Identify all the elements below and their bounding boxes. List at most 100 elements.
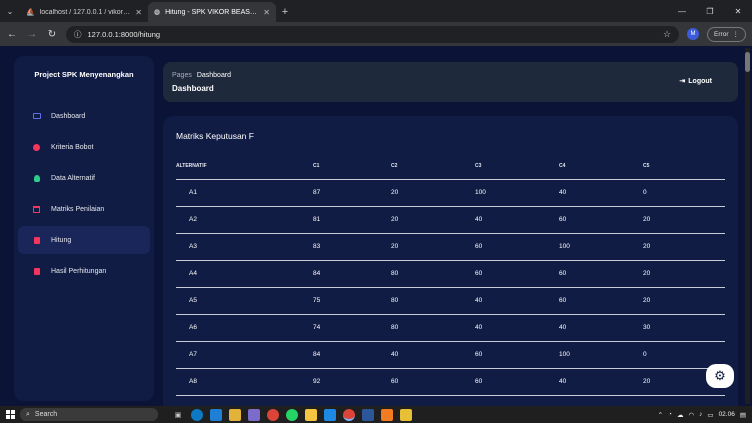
- close-tab-icon[interactable]: ✕: [263, 8, 270, 17]
- browser-tab-bar: ⌄ ⛵ localhost / 127.0.0.1 / vikorobe ✕ ◍…: [0, 0, 752, 22]
- table-row: A5 75 80 40 60 20: [176, 287, 725, 315]
- chrome-active-icon[interactable]: [343, 408, 355, 421]
- criterion-value-cell: 87: [313, 179, 391, 207]
- globe-favicon-icon: ◍: [154, 9, 161, 16]
- task-view-icon[interactable]: ▣: [172, 409, 184, 421]
- criterion-value-cell: 60: [475, 260, 559, 288]
- table-row: A6 74 80 40 40 30: [176, 314, 725, 342]
- sidebar-brand[interactable]: Project SPK Menyenangkan: [14, 56, 154, 102]
- wifi-icon[interactable]: ◠: [688, 411, 694, 419]
- volume-icon[interactable]: ♪: [699, 411, 702, 418]
- column-header: C2: [391, 154, 475, 180]
- reload-icon[interactable]: ↻: [46, 29, 58, 40]
- sidebar-item-matriks-penilaian[interactable]: Matriks Penilaian: [18, 195, 150, 223]
- chrome-icon[interactable]: [267, 408, 279, 421]
- gear-icon: ⚙: [714, 368, 726, 383]
- breadcrumb-prefix[interactable]: Pages: [172, 72, 192, 79]
- alternative-cell: A4: [176, 260, 313, 288]
- sidebar-item-hasil-perhitungan[interactable]: Hasil Perhitungan: [18, 257, 150, 285]
- page-scrollbar[interactable]: [745, 48, 750, 404]
- app-icon[interactable]: [400, 408, 412, 421]
- card-title: Matriks Keputusan F: [176, 131, 254, 141]
- tab-search-icon[interactable]: ⌄: [0, 0, 20, 22]
- tab-hitung[interactable]: ◍ Hitung - SPK VIKOR BEASISWA ✕: [148, 2, 276, 22]
- criterion-value-cell: 80: [391, 314, 475, 342]
- vscode-icon[interactable]: [324, 408, 336, 421]
- criterion-value-cell: 20: [643, 287, 725, 315]
- criterion-value-cell: 83: [313, 233, 391, 261]
- criterion-value-cell: 40: [475, 314, 559, 342]
- chevron-up-icon[interactable]: ⌃: [658, 411, 663, 419]
- battery-icon[interactable]: ▭: [707, 411, 713, 419]
- back-icon[interactable]: ←: [6, 29, 18, 40]
- new-tab-button[interactable]: +: [276, 2, 294, 22]
- close-tab-icon[interactable]: ✕: [135, 8, 142, 17]
- windows-start-icon[interactable]: [0, 410, 20, 419]
- criterion-value-cell: 80: [391, 260, 475, 288]
- alternative-cell: A2: [176, 206, 313, 234]
- clock-time[interactable]: 02.06: [719, 411, 735, 418]
- word-icon[interactable]: [362, 408, 374, 421]
- minimize-icon[interactable]: —: [668, 7, 696, 16]
- criterion-value-cell: 60: [475, 341, 559, 369]
- close-window-icon[interactable]: ✕: [724, 7, 752, 16]
- profile-avatar[interactable]: M: [687, 28, 700, 40]
- whatsapp-icon[interactable]: [286, 408, 298, 421]
- taskbar-search-box[interactable]: ⌕ Search: [20, 408, 158, 421]
- scrollbar-thumb[interactable]: [745, 52, 750, 72]
- sidebar-item-label: Hasil Perhitungan: [51, 267, 107, 275]
- column-header: C3: [475, 154, 559, 180]
- taskbar-apps: ▣: [172, 408, 412, 421]
- criterion-value-cell: 92: [313, 368, 391, 396]
- table-body: A1 87 20 100 40 0 A2 81 20 40 60 20 A3 83 20 60 100 20 A4 8…: [176, 179, 725, 396]
- logout-button[interactable]: ⇥ Logout: [679, 77, 712, 86]
- column-header: ALTERNATIF: [176, 154, 313, 180]
- error-button[interactable]: Error ⋮: [707, 26, 746, 42]
- edge-icon[interactable]: [191, 408, 203, 421]
- sidebar-item-data-alternatif[interactable]: Data Alternatif: [18, 164, 150, 192]
- criterion-value-cell: 30: [643, 314, 725, 342]
- teams-icon[interactable]: [248, 408, 260, 421]
- sidebar-item-kriteria-bobot[interactable]: Kriteria Bobot: [18, 133, 150, 161]
- breadcrumb: Pages Dashboard: [172, 72, 231, 79]
- tab-phpmyadmin[interactable]: ⛵ localhost / 127.0.0.1 / vikorobe ✕: [20, 2, 148, 22]
- sidebar-item-dashboard[interactable]: Dashboard: [18, 102, 150, 130]
- user-icon: [32, 174, 41, 183]
- table-row: A8 92 60 60 40 20: [176, 368, 725, 396]
- folder-icon[interactable]: [305, 408, 317, 421]
- file-explorer-icon[interactable]: [229, 408, 241, 421]
- system-tray: ⌃ ◔ ☁ ◠ ♪ ▭ 02.06 ▤: [658, 411, 752, 419]
- logout-label: Logout: [688, 77, 712, 85]
- calendar-icon: [32, 205, 41, 214]
- monitor-icon: [32, 112, 41, 121]
- alternative-cell: A3: [176, 233, 313, 261]
- search-icon: ⌕: [26, 410, 30, 418]
- logout-icon: ⇥: [679, 78, 686, 85]
- tab-title: localhost / 127.0.0.1 / vikorobe: [39, 8, 131, 16]
- settings-gear-button[interactable]: ⚙: [706, 364, 734, 388]
- table-header-row: ALTERNATIF C1 C2 C3 C4 C5: [176, 154, 725, 180]
- criterion-value-cell: 84: [313, 260, 391, 288]
- windows-taskbar: ⌕ Search ▣ ⌃ ◔ ☁ ◠ ♪ ▭ 02.06 ▤: [0, 406, 752, 423]
- table-row: A7 84 40 60 100 0: [176, 341, 725, 369]
- search-label: Search: [34, 411, 58, 418]
- bookmark-star-icon[interactable]: ☆: [663, 29, 671, 40]
- xampp-icon[interactable]: [381, 408, 393, 421]
- criterion-value-cell: 40: [559, 179, 643, 207]
- url-input[interactable]: ⓘ 127.0.0.1:8000/hitung ☆: [66, 25, 680, 43]
- network-icon[interactable]: ◔: [668, 411, 672, 418]
- cloud-icon[interactable]: ☁: [677, 411, 684, 419]
- sidebar-item-hitung[interactable]: Hitung: [18, 226, 150, 254]
- sidebar-item-label: Data Alternatif: [51, 174, 95, 182]
- decision-matrix-card: Matriks Keputusan F ALTERNATIF C1 C2 C3 …: [163, 116, 738, 406]
- document-icon: [32, 267, 41, 276]
- site-info-icon[interactable]: ⓘ: [74, 29, 82, 40]
- notification-icon[interactable]: ▤: [740, 411, 746, 419]
- forward-icon[interactable]: →: [26, 29, 38, 40]
- table-row: A1 87 20 100 40 0: [176, 179, 725, 207]
- sidebar-item-label: Dashboard: [51, 112, 86, 120]
- store-icon[interactable]: [210, 408, 222, 421]
- criterion-value-cell: 40: [391, 341, 475, 369]
- restore-icon[interactable]: ❐: [696, 7, 724, 16]
- sidebar-item-label: Hitung: [51, 236, 72, 244]
